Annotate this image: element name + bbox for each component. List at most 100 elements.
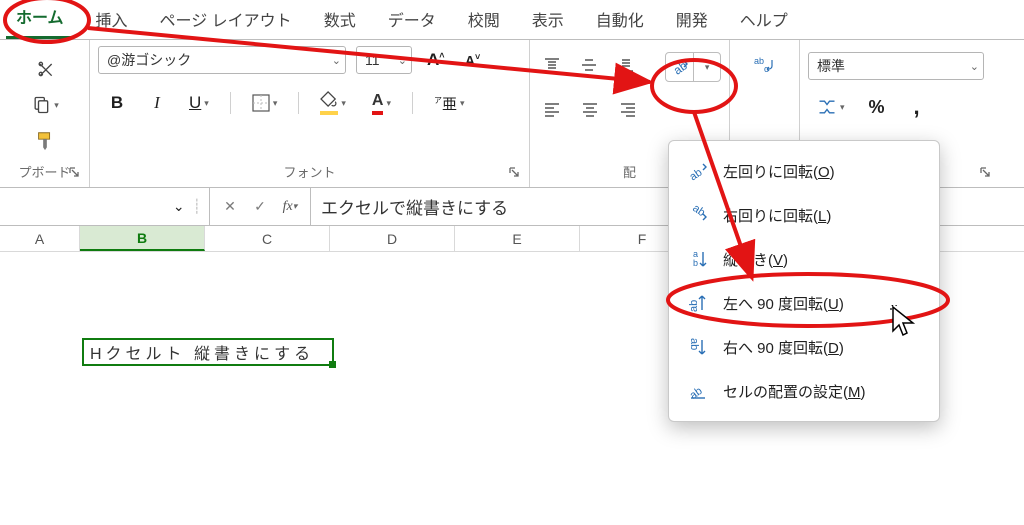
menu-item-vertical-text[interactable]: ab 縦書き(V) (669, 237, 939, 281)
ribbon: ▾ プボード @游ゴシック ⌄ 11 ⌄ A˄ (0, 40, 1024, 188)
clipboard-dialog-launcher[interactable] (65, 163, 83, 181)
scissors-icon (35, 59, 55, 79)
align-left-button[interactable] (538, 96, 566, 122)
caret-down-icon: ▾ (204, 98, 209, 109)
svg-text:b: b (693, 258, 698, 268)
underline-button[interactable]: U▾ (184, 90, 214, 116)
check-icon: ✓ (254, 198, 266, 215)
cursor-icon (890, 305, 916, 337)
fill-color-button[interactable]: ▾ (315, 90, 351, 116)
caret-down-icon: ⌄ (173, 198, 185, 215)
increase-font-size-button[interactable]: A˄ (422, 47, 450, 73)
number-dialog-launcher[interactable] (976, 163, 994, 181)
group-clipboard: ▾ プボード (0, 40, 90, 187)
caret-down-icon: ▾ (386, 98, 391, 109)
cut-button[interactable] (30, 56, 60, 82)
align-middle-icon (580, 56, 597, 74)
cancel-formula-button[interactable]: ✕ (216, 193, 244, 221)
font-size-combo[interactable]: 11 ⌄ (356, 46, 412, 74)
tab-formulas[interactable]: 数式 (314, 1, 366, 39)
name-box[interactable]: ⌄ ┊ (0, 188, 210, 225)
tab-page-layout[interactable]: ページ レイアウト (150, 1, 302, 39)
col-header[interactable]: A (0, 226, 80, 251)
svg-text:ab: ab (688, 338, 700, 350)
font-family-value: @游ゴシック (107, 50, 328, 70)
accounting-format-button[interactable]: ▾ (812, 94, 850, 120)
caret-down-icon: ▾ (460, 98, 465, 109)
bold-button[interactable]: B (104, 90, 130, 116)
number-format-combo[interactable]: 標準 ⌄ (808, 52, 984, 80)
tab-review[interactable]: 校閲 (458, 1, 510, 39)
bold-icon: B (111, 93, 123, 113)
caret-down-icon: ▾ (54, 100, 59, 111)
svg-text:ab: ab (688, 166, 705, 182)
tab-view[interactable]: 表示 (522, 1, 574, 39)
rotate-ccw-icon: ab (687, 160, 709, 182)
font-color-button[interactable]: A ▾ (367, 90, 396, 116)
align-bottom-button[interactable] (612, 52, 639, 78)
copy-button[interactable]: ▾ (26, 92, 64, 118)
dialog-launcher-icon (68, 166, 80, 178)
menu-item-rotate-cw[interactable]: ab 右回りに回転(L) (669, 193, 939, 237)
menu-item-label: 右へ 90 度回転(D) (723, 337, 844, 358)
menu-item-label: 左回りに回転(O) (723, 161, 835, 182)
col-header[interactable]: D (330, 226, 455, 251)
menu-item-format-cell-alignment[interactable]: ab セルの配置の設定(M) (669, 369, 939, 413)
orientation-menu: ab 左回りに回転(O) ab 右回りに回転(L) ab 縦書き(V) ab 左… (668, 140, 940, 422)
active-cell[interactable]: Hクセルト 縦書きにする (82, 338, 334, 366)
col-header[interactable]: C (205, 226, 330, 251)
menu-item-label: セルの配置の設定(M) (723, 381, 866, 402)
menu-item-label: 左へ 90 度回転(U) (723, 293, 844, 314)
svg-text:ab: ab (690, 204, 707, 219)
separator: ┊ (193, 198, 201, 215)
borders-icon (252, 94, 270, 112)
wrap-text-icon: abc (754, 56, 776, 74)
align-top-icon (543, 56, 560, 74)
caret-down-icon: ▾ (293, 201, 298, 212)
menu-item-label: 縦書き(V) (723, 249, 788, 270)
tab-data[interactable]: データ (378, 1, 446, 39)
tab-developer[interactable]: 開発 (666, 1, 718, 39)
orientation-button[interactable]: ab (666, 53, 693, 81)
font-dialog-launcher[interactable] (505, 163, 523, 181)
caret-down-icon: ⌄ (970, 60, 979, 73)
align-left-icon (543, 100, 561, 118)
tab-home[interactable]: ホーム (6, 0, 74, 39)
font-family-combo[interactable]: @游ゴシック ⌄ (98, 46, 346, 74)
format-painter-button[interactable] (29, 128, 61, 154)
comma-style-button[interactable]: , (904, 94, 930, 120)
orientation-settings-icon: ab (687, 380, 709, 402)
align-top-button[interactable] (538, 52, 565, 78)
tab-automate[interactable]: 自動化 (586, 1, 654, 39)
svg-text:ab: ab (754, 56, 764, 66)
fill-color-swatch (320, 111, 338, 115)
rotate-cw-icon: ab (687, 204, 709, 226)
col-header[interactable]: B (80, 226, 205, 251)
orientation-dropdown[interactable]: ▾ (693, 53, 720, 81)
phonetic-guide-button[interactable]: ア亜 ▾ (429, 90, 470, 116)
comma-icon: , (913, 94, 919, 120)
borders-button[interactable]: ▾ (247, 90, 283, 116)
enter-formula-button[interactable]: ✓ (246, 193, 274, 221)
dialog-launcher-icon (979, 166, 991, 178)
decrease-font-size-button[interactable]: A˅ (460, 47, 486, 73)
rotate-up-icon: ab (687, 292, 709, 314)
group-font: @游ゴシック ⌄ 11 ⌄ A˄ A˅ B I U▾ (90, 40, 530, 187)
number-format-value: 標準 (817, 56, 966, 76)
align-center-button[interactable] (576, 96, 604, 122)
percent-style-button[interactable]: % (864, 94, 890, 120)
separator (230, 92, 231, 114)
dialog-launcher-icon (508, 166, 520, 178)
align-bottom-icon (617, 56, 634, 74)
wrap-text-button[interactable]: abc (749, 52, 781, 78)
insert-function-button[interactable]: fx ▾ (276, 193, 304, 221)
menu-item-rotate-ccw[interactable]: ab 左回りに回転(O) (669, 149, 939, 193)
col-header[interactable]: E (455, 226, 580, 251)
align-middle-button[interactable] (575, 52, 602, 78)
tab-insert[interactable]: 挿入 (86, 1, 138, 39)
tab-help[interactable]: ヘルプ (730, 1, 798, 39)
caret-down-icon: ▾ (273, 98, 278, 109)
align-right-button[interactable] (614, 96, 642, 122)
orientation-split-button[interactable]: ab ▾ (665, 52, 721, 82)
italic-button[interactable]: I (144, 90, 170, 116)
